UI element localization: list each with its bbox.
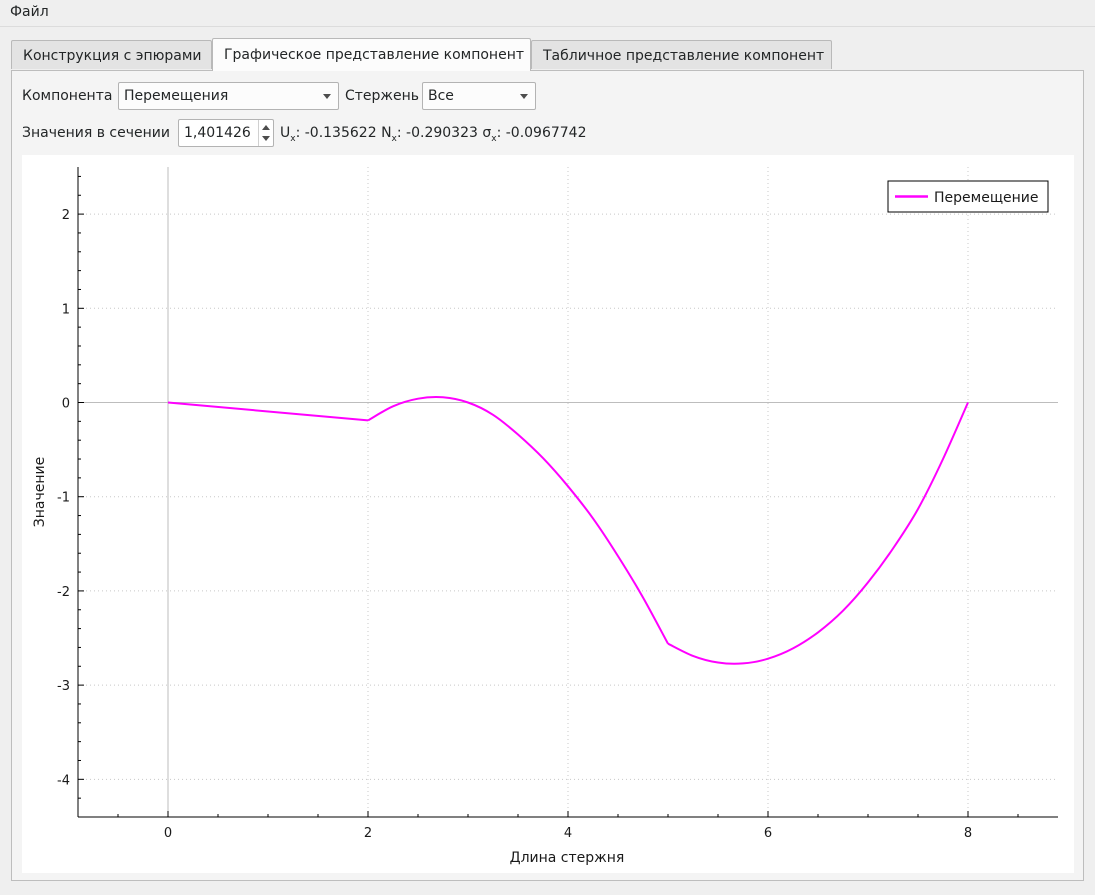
nx-label: N bbox=[381, 125, 392, 141]
rod-label: Стержень bbox=[345, 88, 420, 104]
section-spinbox[interactable]: 1,401426 bbox=[178, 119, 274, 147]
y-tick-label: -3 bbox=[57, 679, 70, 694]
y-tick-label: 0 bbox=[62, 397, 70, 412]
chevron-down-icon bbox=[323, 94, 331, 99]
component-label: Компонента bbox=[22, 88, 113, 104]
section-spinbox-value: 1,401426 bbox=[184, 125, 251, 141]
spin-up-icon[interactable] bbox=[262, 125, 270, 130]
x-tick-label: 0 bbox=[164, 826, 172, 841]
values-readout: Ux: -0.135622 Nx: -0.290323 σx: -0.09677… bbox=[280, 125, 587, 144]
menu-bar: Файл bbox=[0, 0, 1095, 27]
component-select-value: Перемещения bbox=[124, 88, 229, 104]
section-label: Значения в сечении bbox=[22, 125, 170, 141]
chart: 0 2 4 6 8-4-3-2-1012 Длина стержня Значение … bbox=[22, 155, 1074, 873]
x-axis-label: Длина стержня bbox=[510, 850, 625, 866]
legend-label: Перемещение bbox=[934, 190, 1038, 206]
tab-construction[interactable]: Конструкция с эпюрами bbox=[11, 40, 212, 69]
ux-value: : -0.135622 bbox=[295, 125, 377, 141]
spin-down-icon[interactable] bbox=[262, 136, 270, 141]
ux-label: U bbox=[280, 125, 291, 141]
sx-value: : -0.0967742 bbox=[496, 125, 587, 141]
menu-file[interactable]: Файл bbox=[10, 4, 49, 20]
tab-graphical[interactable]: Графическое представление компонент bbox=[212, 38, 531, 71]
x-tick-label: 8 bbox=[964, 826, 972, 841]
y-axis-label: Значение bbox=[32, 457, 48, 527]
chevron-down-icon bbox=[520, 94, 528, 99]
y-tick-label: 1 bbox=[62, 302, 70, 317]
y-tick-label: 2 bbox=[62, 208, 70, 223]
rod-select-value: Все bbox=[428, 88, 454, 104]
x-tick-label: 4 bbox=[564, 826, 572, 841]
rod-select[interactable]: Все bbox=[422, 82, 536, 110]
component-select[interactable]: Перемещения bbox=[118, 82, 339, 110]
y-tick-label: -1 bbox=[57, 491, 70, 506]
nx-value: : -0.290323 bbox=[396, 125, 478, 141]
y-tick-label: -4 bbox=[57, 773, 70, 788]
sx-label: σ bbox=[482, 125, 492, 141]
x-tick-label: 2 bbox=[364, 826, 372, 841]
tab-tabular[interactable]: Табличное представление компонент bbox=[531, 40, 832, 69]
legend: Перемещение bbox=[887, 180, 1049, 213]
spinbox-buttons[interactable] bbox=[258, 120, 273, 146]
y-tick-label: -2 bbox=[57, 585, 70, 600]
x-tick-label: 6 bbox=[764, 826, 772, 841]
